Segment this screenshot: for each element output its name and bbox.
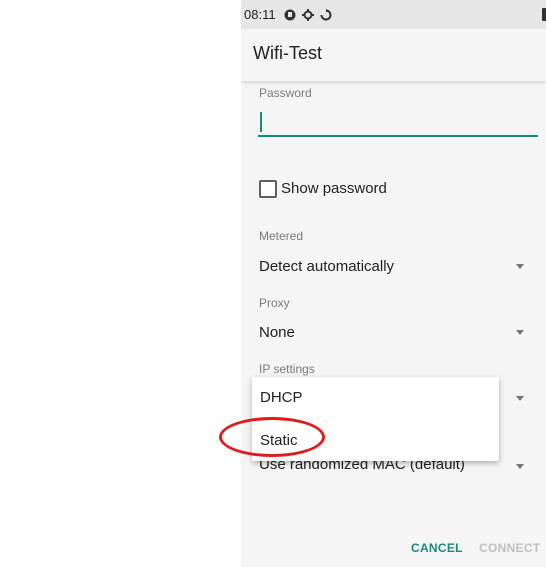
ip-settings-chevron-down-icon[interactable] (516, 396, 524, 401)
status-time: 08:11 (244, 7, 276, 22)
connect-button[interactable]: CONNECT (479, 541, 540, 555)
sync-icon (320, 8, 332, 21)
metered-label: Metered (259, 229, 304, 243)
cancel-button[interactable]: CANCEL (411, 541, 463, 555)
dialog-title-bar: Wifi-Test (241, 29, 546, 81)
show-password-checkbox[interactable] (259, 180, 277, 198)
text-cursor (260, 112, 262, 132)
password-label: Password (259, 86, 312, 100)
ip-settings-label: IP settings (259, 362, 315, 376)
notification-icon (284, 9, 296, 21)
password-field[interactable] (258, 135, 538, 137)
privacy-chevron-down-icon[interactable] (516, 464, 524, 469)
show-password-label[interactable]: Show password (281, 180, 387, 197)
highlight-circle (219, 417, 325, 457)
proxy-chevron-down-icon[interactable] (516, 330, 524, 335)
ip-option-dhcp[interactable]: DHCP (260, 389, 303, 406)
proxy-label: Proxy (259, 296, 290, 310)
phone-screen: 08:11 Wifi-Test Password Show password M… (241, 0, 546, 567)
battery-icon (542, 8, 546, 21)
metered-chevron-down-icon[interactable] (516, 264, 524, 269)
proxy-dropdown[interactable]: None (259, 324, 295, 341)
status-bar: 08:11 (241, 0, 546, 29)
metered-dropdown[interactable]: Detect automatically (259, 258, 394, 275)
gear-icon (301, 8, 314, 21)
dialog-title: Wifi-Test (253, 43, 322, 63)
